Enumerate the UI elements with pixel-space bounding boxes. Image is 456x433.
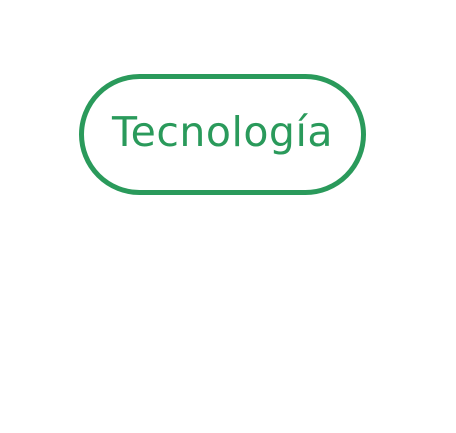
chip-label: Tecnología <box>112 108 333 156</box>
page-canvas: Tecnología <box>0 0 456 433</box>
category-chip-tecnologia[interactable]: Tecnología <box>79 74 366 195</box>
